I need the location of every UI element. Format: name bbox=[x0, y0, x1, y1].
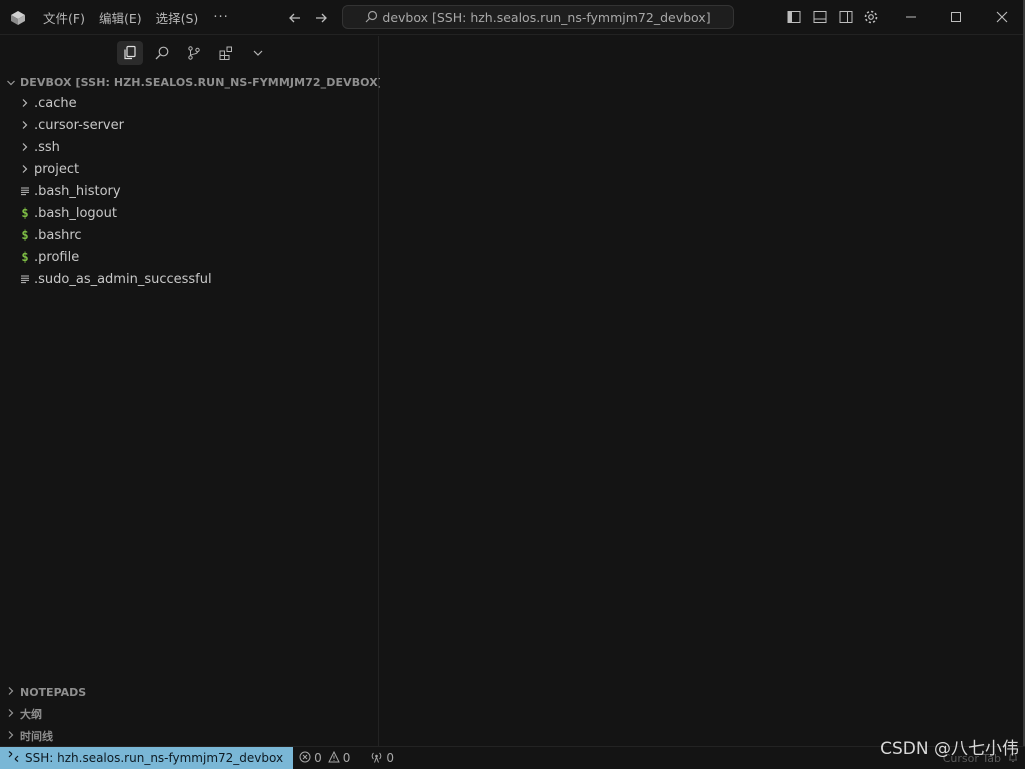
tree-item-bash-logout[interactable]: $ .bash_logout bbox=[0, 202, 379, 224]
toggle-panel-icon[interactable] bbox=[812, 9, 828, 25]
sidebar-bottom-sections: NOTEPADS 大纲 时间线 bbox=[0, 681, 379, 747]
menu-file[interactable]: 文件(F) bbox=[36, 4, 92, 31]
gear-icon[interactable] bbox=[863, 9, 879, 25]
app-window: 文件(F) 编辑(E) 选择(S) ··· devbox [SSH: hzh.s… bbox=[0, 0, 1025, 769]
remote-ssh-indicator[interactable]: SSH: hzh.sealos.run_ns-fymmjm72_devbox bbox=[0, 747, 294, 769]
maximize-icon[interactable] bbox=[948, 9, 964, 25]
section-notepads-label: NOTEPADS bbox=[20, 685, 87, 699]
shell-dollar-icon: $ bbox=[21, 228, 29, 242]
chevron-down-icon bbox=[6, 73, 16, 92]
tree-item-label: .profile bbox=[34, 249, 80, 265]
chevron-right-icon bbox=[6, 730, 16, 743]
file-tree: .cache .cursor-server .ssh project .bash… bbox=[0, 92, 379, 290]
back-arrow-icon[interactable] bbox=[286, 9, 304, 27]
chevron-down-icon[interactable] bbox=[245, 41, 271, 65]
problems-status[interactable]: 0 0 bbox=[293, 750, 356, 766]
section-timeline[interactable]: 时间线 bbox=[0, 725, 379, 747]
tree-item-label: .bash_history bbox=[34, 183, 121, 199]
forward-arrow-icon[interactable] bbox=[312, 9, 330, 27]
tree-item-label: .bash_logout bbox=[34, 205, 117, 221]
tree-item-cache[interactable]: .cache bbox=[0, 92, 379, 114]
error-count: 0 bbox=[314, 751, 322, 765]
section-outline[interactable]: 大纲 bbox=[0, 703, 379, 725]
menu-edit[interactable]: 编辑(E) bbox=[92, 4, 149, 31]
toggle-secondary-sidebar-icon[interactable] bbox=[838, 9, 854, 25]
tree-item-ssh[interactable]: .ssh bbox=[0, 136, 379, 158]
warning-icon bbox=[327, 750, 340, 766]
section-notepads[interactable]: NOTEPADS bbox=[0, 681, 379, 703]
command-center-search[interactable]: devbox [SSH: hzh.sealos.run_ns-fymmjm72_… bbox=[342, 5, 734, 29]
explorer-root-header[interactable]: DEVBOX [SSH: HZH.SEALOS.RUN_NS-FYMMJM72_… bbox=[0, 72, 383, 92]
menu-bar: 文件(F) 编辑(E) 选择(S) ··· bbox=[36, 0, 237, 35]
remote-icon bbox=[8, 751, 19, 765]
minimize-icon[interactable] bbox=[903, 9, 919, 25]
explorer-root-label: DEVBOX [SSH: HZH.SEALOS.RUN_NS-FYMMJM72_… bbox=[20, 75, 383, 89]
menu-selection[interactable]: 选择(S) bbox=[149, 4, 206, 31]
close-icon[interactable] bbox=[994, 9, 1010, 25]
command-center-label: devbox [SSH: hzh.sealos.run_ns-fymmjm72_… bbox=[382, 9, 711, 25]
shell-dollar-icon: $ bbox=[21, 206, 29, 220]
title-bar: 文件(F) 编辑(E) 选择(S) ··· devbox [SSH: hzh.s… bbox=[0, 0, 1025, 35]
toggle-primary-sidebar-icon[interactable] bbox=[786, 9, 802, 25]
extensions-icon[interactable] bbox=[213, 41, 239, 65]
tree-item-label: .cache bbox=[34, 95, 77, 111]
tree-item-bash-history[interactable]: .bash_history bbox=[0, 180, 379, 202]
tree-item-label: .bashrc bbox=[34, 227, 82, 243]
search-icon bbox=[365, 8, 378, 27]
chevron-right-icon bbox=[18, 162, 32, 176]
cursor-logo-icon bbox=[9, 9, 27, 27]
primary-sidebar: DEVBOX [SSH: HZH.SEALOS.RUN_NS-FYMMJM72_… bbox=[0, 36, 383, 747]
text-file-icon bbox=[18, 184, 32, 198]
tree-item-project[interactable]: project bbox=[0, 158, 379, 180]
warning-count: 0 bbox=[342, 751, 351, 765]
broadcast-icon bbox=[370, 751, 383, 766]
tree-item-cursor-server[interactable]: .cursor-server bbox=[0, 114, 379, 136]
tree-item-label: .cursor-server bbox=[34, 117, 124, 133]
tree-item-sudo-as-admin-successful[interactable]: .sudo_as_admin_successful bbox=[0, 268, 379, 290]
tree-item-label: project bbox=[34, 161, 80, 177]
menu-more-button[interactable]: ··· bbox=[205, 8, 236, 27]
chevron-right-icon bbox=[18, 118, 32, 132]
section-timeline-label: 时间线 bbox=[20, 730, 53, 743]
tree-item-profile[interactable]: $ .profile bbox=[0, 246, 379, 268]
remote-ssh-label: SSH: hzh.sealos.run_ns-fymmjm72_devbox bbox=[25, 751, 284, 765]
chevron-right-icon bbox=[6, 708, 16, 721]
editor-area[interactable] bbox=[380, 36, 1025, 746]
search-icon[interactable] bbox=[149, 41, 175, 65]
tree-item-bashrc[interactable]: $ .bashrc bbox=[0, 224, 379, 246]
activity-tabs bbox=[0, 36, 379, 70]
status-bar: SSH: hzh.sealos.run_ns-fymmjm72_devbox 0… bbox=[0, 746, 1025, 769]
chevron-right-icon bbox=[18, 140, 32, 154]
source-control-icon[interactable] bbox=[181, 41, 207, 65]
ports-status[interactable]: 0 bbox=[364, 751, 400, 766]
error-icon bbox=[299, 751, 311, 766]
tree-item-label: .ssh bbox=[34, 139, 60, 155]
csdn-watermark: CSDN @八七小伟 bbox=[880, 739, 1019, 759]
ports-count: 0 bbox=[386, 751, 395, 765]
shell-dollar-icon: $ bbox=[21, 250, 29, 264]
explorer-files-icon[interactable] bbox=[117, 41, 143, 65]
chevron-right-icon bbox=[6, 686, 16, 699]
section-outline-label: 大纲 bbox=[20, 708, 42, 721]
text-file-icon bbox=[18, 272, 32, 286]
tree-item-label: .sudo_as_admin_successful bbox=[34, 271, 212, 287]
chevron-right-icon bbox=[18, 96, 32, 110]
